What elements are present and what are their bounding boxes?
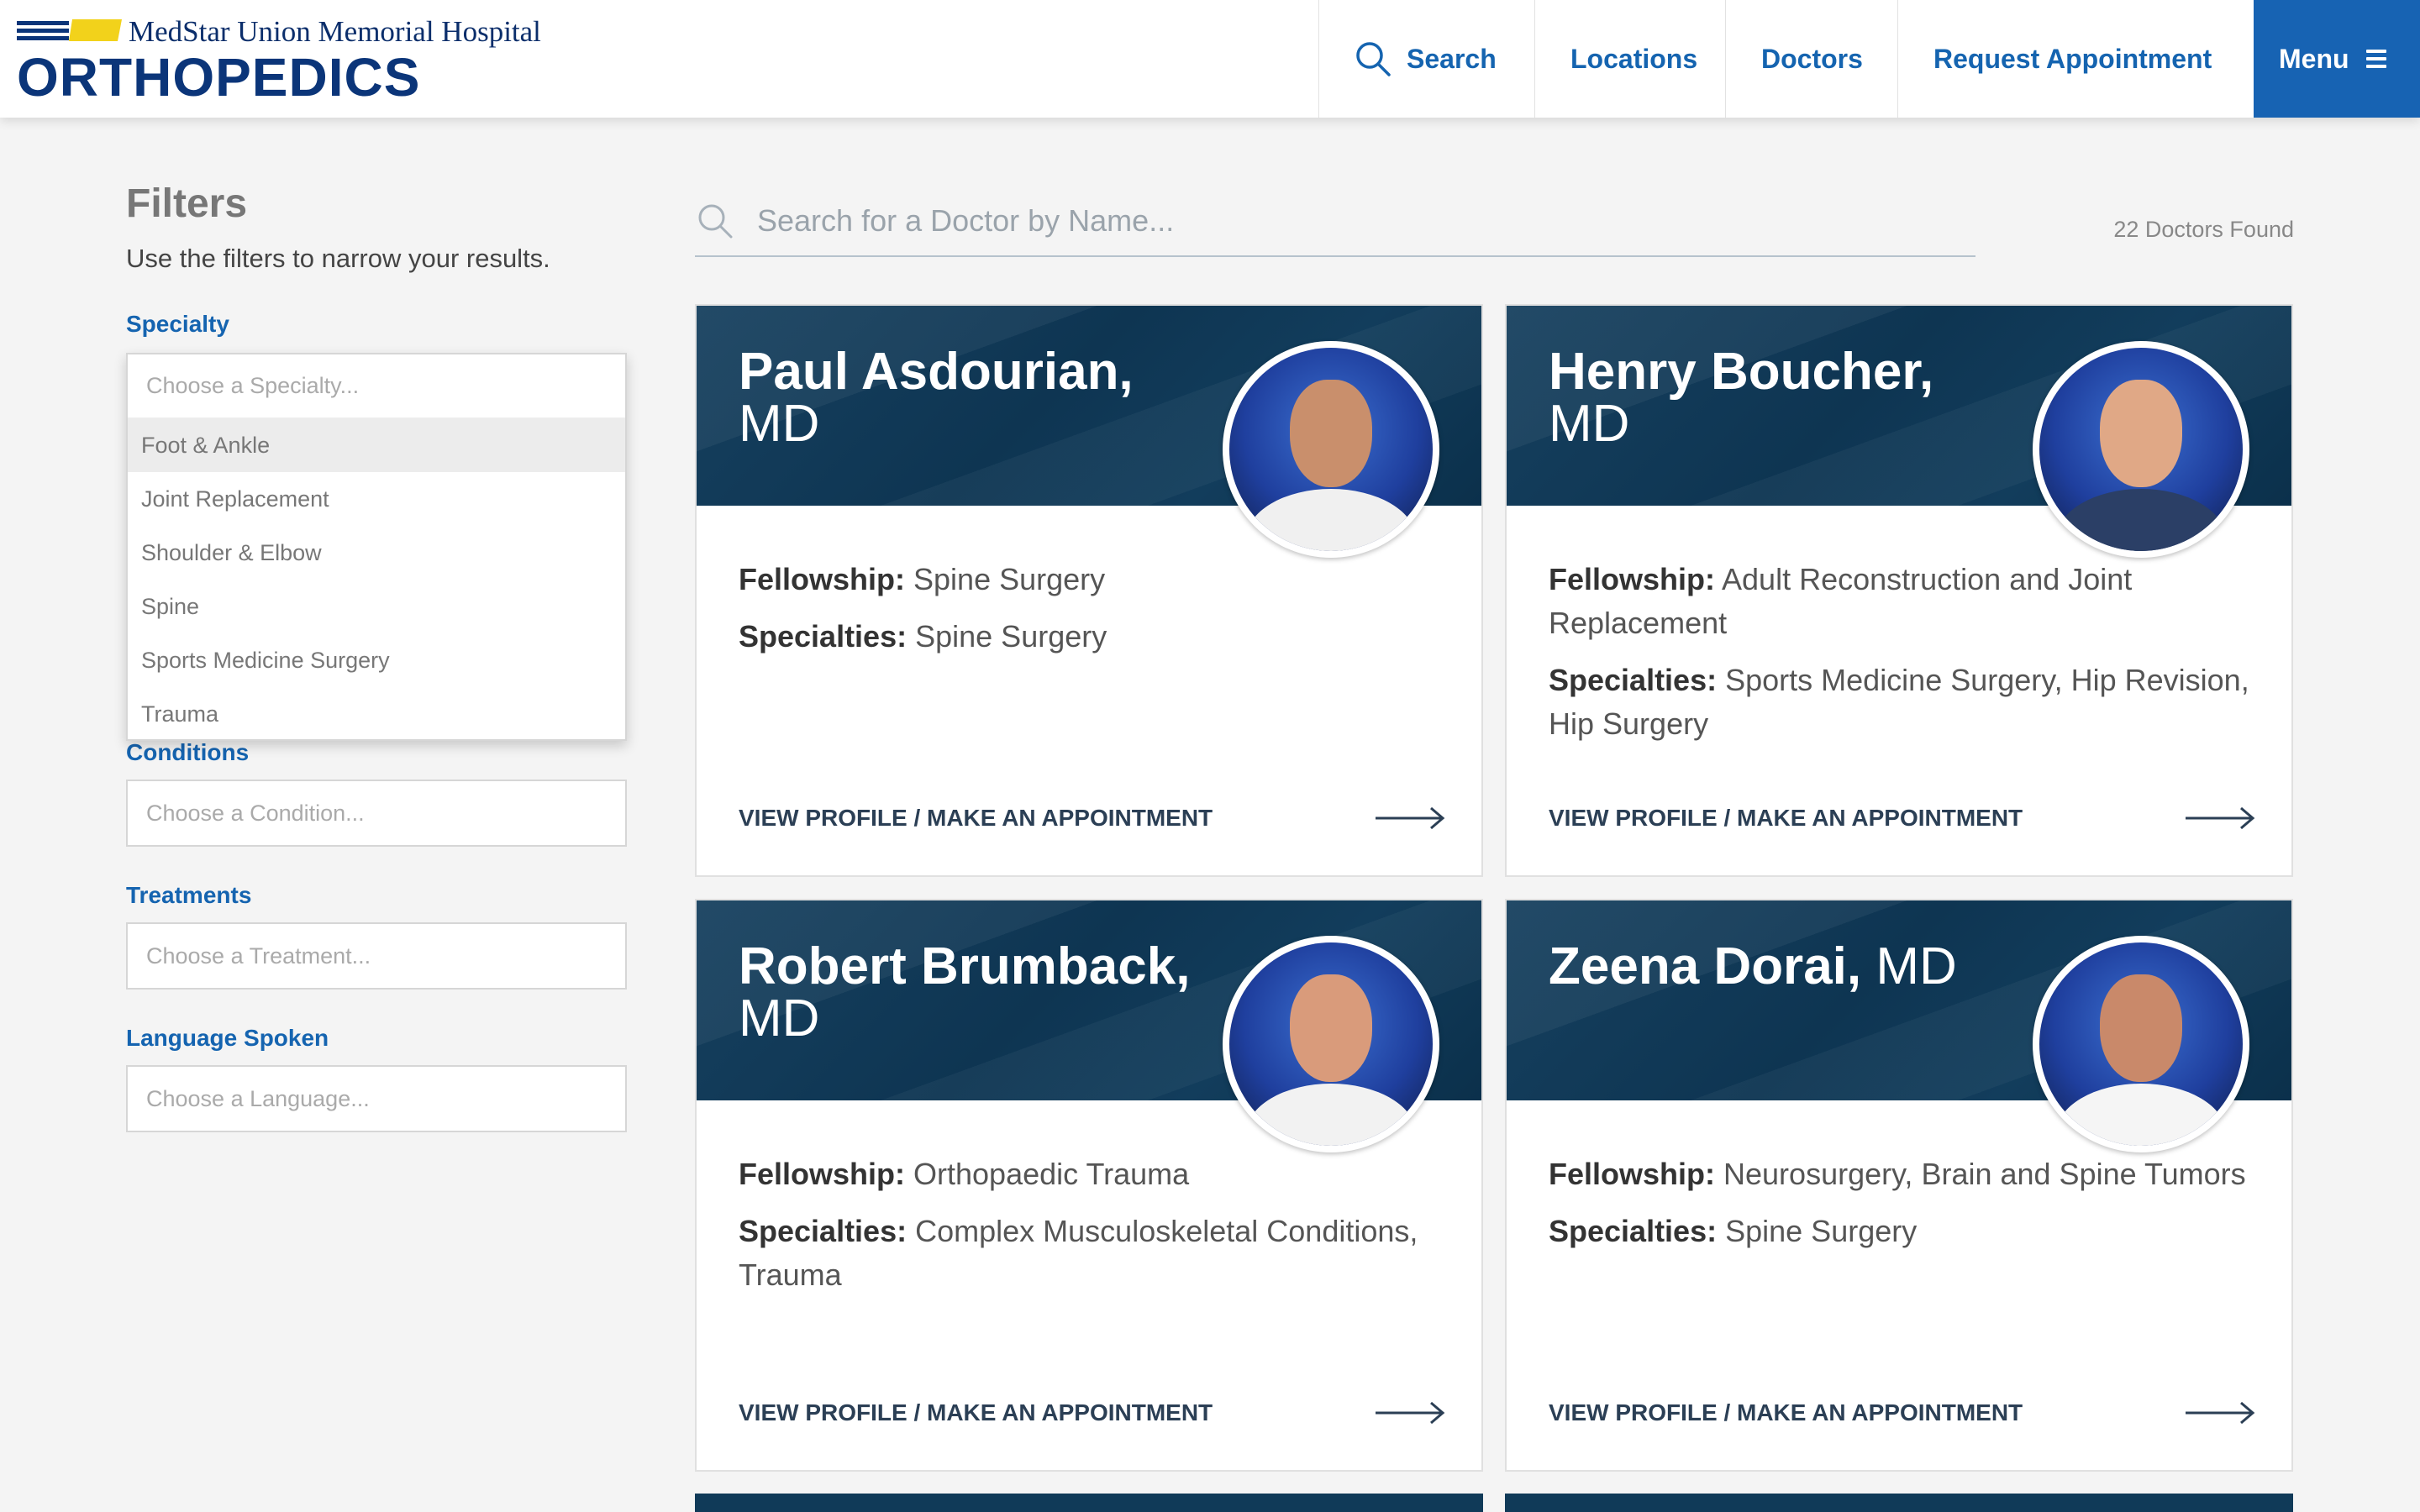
fellowship-value: Orthopaedic Trauma: [913, 1157, 1190, 1191]
doctor-credential: MD: [1876, 937, 1957, 995]
logo-hospital-name: MedStar Union Memorial Hospital: [129, 15, 541, 48]
specialties-label: Specialties:: [739, 1214, 908, 1248]
doctor-card[interactable]: Paul Asdourian, MD Fellowship: Spine Sur…: [695, 304, 1483, 877]
site-header: MedStar Union Memorial Hospital ORTHOPED…: [0, 0, 2420, 118]
filters-title: Filters: [126, 181, 248, 226]
view-profile-label: VIEW PROFILE / MAKE AN APPOINTMENT: [739, 1399, 1213, 1425]
doctor-card[interactable]: Zeena Dorai, MD Fellowship: Neurosurgery…: [1505, 899, 2293, 1472]
hamburger-icon: [2365, 45, 2386, 72]
search-icon: [1356, 42, 1391, 76]
specialty-select[interactable]: Choose a Specialty...: [128, 354, 625, 418]
specialties-label: Specialties:: [739, 619, 908, 654]
doctor-credential: MD: [739, 395, 820, 453]
specialties-value: Spine Surgery: [915, 619, 1107, 654]
doctor-name: Robert Brumback, MD: [739, 941, 1226, 1045]
filters-subtitle: Use the filters to narrow your results.: [126, 244, 550, 273]
doctor-search-input[interactable]: [757, 203, 1933, 239]
nav-locations[interactable]: Locations: [1534, 0, 1725, 118]
view-profile-link[interactable]: VIEW PROFILE / MAKE AN APPOINTMENT: [1549, 805, 2256, 832]
site-logo[interactable]: MedStar Union Memorial Hospital ORTHOPED…: [17, 15, 541, 104]
logo-department: ORTHOPEDICS: [17, 47, 421, 108]
treatments-select[interactable]: Choose a Treatment...: [126, 922, 627, 990]
menu-label: Menu: [2279, 43, 2349, 74]
doctor-name-text: Robert Brumback,: [739, 937, 1191, 995]
specialties-value: Spine Surgery: [1725, 1214, 1918, 1248]
fellowship-value: Spine Surgery: [913, 562, 1106, 596]
doctor-name: Paul Asdourian, MD: [739, 346, 1226, 450]
doctor-details: Fellowship: Neurosurgery, Brain and Spin…: [1549, 1152, 2254, 1267]
view-profile-link[interactable]: VIEW PROFILE / MAKE AN APPOINTMENT: [739, 1399, 1446, 1426]
doctor-name: Zeena Dorai, MD: [1549, 941, 2053, 993]
specialties-label: Specialties:: [1549, 1214, 1718, 1248]
language-select[interactable]: Choose a Language...: [126, 1065, 627, 1132]
medstar-logo-icon: [17, 19, 122, 41]
specialty-option[interactable]: Joint Replacement: [128, 472, 625, 526]
doctor-credential: MD: [739, 990, 820, 1047]
results-count: 22 Doctors Found: [2113, 217, 2294, 242]
specialty-dropdown[interactable]: Choose a Specialty... Foot & Ankle Joint…: [126, 353, 627, 741]
nav-doctors[interactable]: Doctors: [1725, 0, 1897, 118]
fellowship-label: Fellowship:: [739, 1157, 905, 1191]
treatments-label: Treatments: [126, 882, 252, 908]
fellowship-label: Fellowship:: [739, 562, 905, 596]
arrow-right-icon: [2186, 1401, 2255, 1425]
fellowship-value: Neurosurgery, Brain and Spine Tumors: [1723, 1157, 2246, 1191]
arrow-right-icon: [1376, 806, 1445, 830]
doctor-name-text: Zeena Dorai,: [1549, 937, 1862, 995]
doctor-name-text: Henry Boucher,: [1549, 343, 1934, 401]
specialty-option[interactable]: Foot & Ankle: [128, 418, 625, 472]
doctor-search-bar: [695, 186, 1975, 257]
conditions-label: Conditions: [126, 739, 250, 765]
specialty-option[interactable]: Trauma: [128, 687, 625, 741]
language-label: Language Spoken: [126, 1025, 329, 1051]
nav-request-appointment[interactable]: Request Appointment: [1897, 0, 2254, 118]
specialty-label: Specialty: [126, 311, 229, 337]
doctor-details: Fellowship: Orthopaedic Trauma Specialti…: [739, 1152, 1444, 1310]
specialty-option[interactable]: Sports Medicine Surgery: [128, 633, 625, 687]
fellowship-label: Fellowship:: [1549, 562, 1715, 596]
specialty-option[interactable]: Shoulder & Elbow: [128, 526, 625, 580]
doctor-name-text: Paul Asdourian,: [739, 343, 1134, 401]
arrow-right-icon: [2186, 806, 2255, 830]
search-icon: [698, 204, 733, 239]
doctor-card-partial[interactable]: [695, 1494, 1483, 1512]
specialty-option[interactable]: Spine: [128, 580, 625, 633]
nav-search-label: Search: [1407, 43, 1497, 74]
nav-search[interactable]: Search: [1318, 0, 1534, 118]
doctor-photo[interactable]: [1223, 341, 1439, 558]
conditions-select[interactable]: Choose a Condition...: [126, 780, 627, 847]
doctor-card-partial[interactable]: [1505, 1494, 2293, 1512]
main-nav: Search Locations Doctors Request Appoint…: [1318, 0, 2420, 118]
doctor-name: Henry Boucher, MD: [1549, 346, 2036, 450]
view-profile-link[interactable]: VIEW PROFILE / MAKE AN APPOINTMENT: [739, 805, 1446, 832]
doctor-photo[interactable]: [1223, 936, 1439, 1152]
view-profile-label: VIEW PROFILE / MAKE AN APPOINTMENT: [1549, 1399, 2023, 1425]
doctor-details: Fellowship: Adult Reconstruction and Joi…: [1549, 558, 2254, 759]
arrow-right-icon: [1376, 1401, 1445, 1425]
doctor-photo[interactable]: [2033, 341, 2249, 558]
doctor-credential: MD: [1549, 395, 1630, 453]
menu-button[interactable]: Menu: [2254, 0, 2420, 118]
view-profile-label: VIEW PROFILE / MAKE AN APPOINTMENT: [1549, 805, 2023, 831]
view-profile-link[interactable]: VIEW PROFILE / MAKE AN APPOINTMENT: [1549, 1399, 2256, 1426]
specialties-label: Specialties:: [1549, 663, 1718, 697]
doctor-details: Fellowship: Spine Surgery Specialties: S…: [739, 558, 1444, 672]
doctor-card[interactable]: Henry Boucher, MD Fellowship: Adult Reco…: [1505, 304, 2293, 877]
view-profile-label: VIEW PROFILE / MAKE AN APPOINTMENT: [739, 805, 1213, 831]
doctor-card[interactable]: Robert Brumback, MD Fellowship: Orthopae…: [695, 899, 1483, 1472]
fellowship-label: Fellowship:: [1549, 1157, 1715, 1191]
doctor-photo[interactable]: [2033, 936, 2249, 1152]
